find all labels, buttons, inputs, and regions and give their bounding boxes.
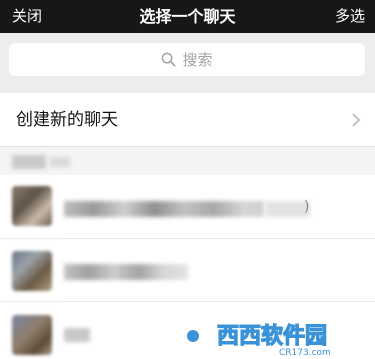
- svg-text:CR173.com: CR173.com: [279, 348, 331, 357]
- search-area: 搜索: [0, 33, 375, 87]
- chat-list-item[interactable]: ): [0, 175, 375, 238]
- page-title: 选择一个聊天: [139, 7, 236, 26]
- top-nav-bar: 关闭 选择一个聊天 多选: [0, 0, 375, 33]
- multi-select-button[interactable]: 多选: [335, 0, 365, 33]
- watermark-logo: 西西软件园 CR173.com: [176, 319, 331, 357]
- chevron-right-icon: [352, 113, 361, 127]
- section-header-pixelated: [12, 155, 46, 169]
- search-icon: [162, 52, 176, 67]
- avatar: [12, 315, 52, 355]
- avatar: [12, 186, 52, 226]
- create-new-chat-row[interactable]: 创建新的聊天: [0, 93, 375, 147]
- chat-name-pixelated: [64, 201, 264, 217]
- svg-text:西西软件园: 西西软件园: [217, 323, 327, 349]
- create-new-chat-label: 创建新的聊天: [16, 110, 118, 130]
- search-input[interactable]: 搜索: [9, 43, 365, 76]
- chat-list-item[interactable]: [0, 239, 375, 301]
- search-placeholder: 搜索: [182, 51, 213, 69]
- recent-chats-section-header: [0, 147, 375, 175]
- chat-name-suffix: ): [304, 199, 310, 215]
- chat-name-pixelated: [64, 264, 188, 280]
- avatar: [12, 251, 52, 291]
- chat-name-pixelated: [64, 328, 90, 342]
